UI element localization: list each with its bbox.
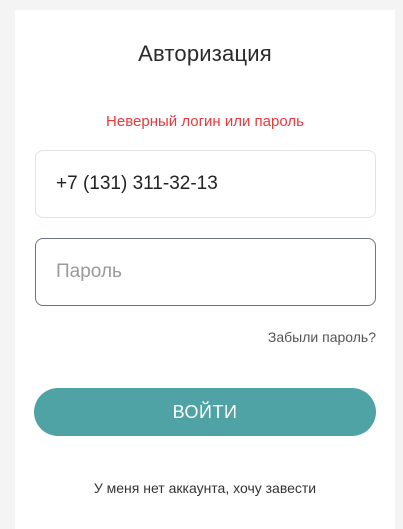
forgot-password-link[interactable]: Забыли пароль? [268, 329, 376, 345]
phone-input[interactable] [56, 173, 355, 195]
error-message: Неверный логин или пароль [106, 113, 304, 130]
phone-field[interactable] [35, 150, 376, 218]
register-link[interactable]: У меня нет аккаунта, хочу завести [15, 480, 395, 496]
login-button[interactable]: ВОЙТИ [34, 388, 376, 436]
auth-card: Авторизация Неверный логин или пароль За… [15, 10, 395, 529]
password-input[interactable] [56, 261, 355, 283]
password-field[interactable] [35, 238, 376, 306]
page-title: Авторизация [138, 41, 272, 66]
